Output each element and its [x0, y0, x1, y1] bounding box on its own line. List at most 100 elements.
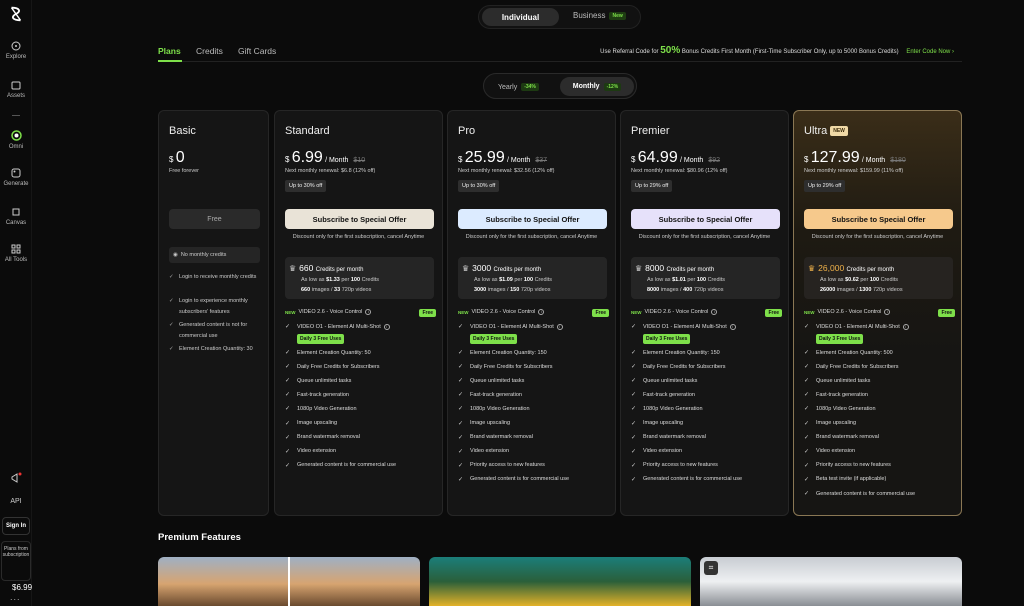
enter-code-link[interactable]: Enter Code Now › [906, 49, 954, 55]
free-button[interactable]: Free [169, 209, 260, 229]
feature-video-o1: ✓ VIDEO O1 - Element AI Multi-Shot i [804, 323, 909, 330]
sidebar-item-label: All Tools [4, 257, 28, 263]
info-icon[interactable]: i [383, 323, 390, 330]
discount-badge: Up to 30% off [458, 180, 500, 192]
price-amount: 127.99 [810, 149, 860, 166]
daily-free-badge: Daily 3 Free Uses [470, 334, 518, 344]
discount-note: Discount only for the first subscription… [292, 234, 425, 240]
sidebar-item-all-tools[interactable]: All Tools [0, 244, 32, 263]
monthly-option[interactable]: Monthly -12% [560, 77, 634, 96]
plan-name: Ultra NEW [804, 125, 848, 137]
feature-image-portrait[interactable]: ⌗ [700, 557, 962, 606]
credits-per-month-label: Credits per month [846, 267, 895, 273]
check-icon: ✓ [458, 406, 464, 413]
individual-tab[interactable]: Individual [482, 8, 559, 26]
feature-label: Priority access to new features [816, 462, 891, 469]
check-icon: ✓ [631, 392, 637, 399]
info-icon[interactable]: i [729, 323, 736, 330]
subscribe-button[interactable]: Subscribe to Special Offer [804, 209, 953, 229]
feature-item: ✓ Generated content is not for commercial… [169, 320, 260, 342]
feature-label: Daily Free Credits for Subscribers [470, 363, 553, 370]
plan-name-label: Ultra [804, 125, 828, 137]
feature-label: Generated content is for commercial use [297, 462, 397, 469]
feature-item: ✓ Daily Free Credits for Subscribers [631, 363, 726, 371]
credits-per-month-label: Credits per month [493, 267, 542, 273]
omni-icon [10, 130, 22, 141]
tab-gift-cards[interactable]: Gift Cards [238, 46, 276, 56]
business-tab[interactable]: Business New [573, 11, 626, 20]
scan-icon[interactable]: ⌗ [704, 561, 718, 575]
compare-divider[interactable] [288, 557, 290, 606]
check-icon: ✓ [804, 392, 810, 399]
logo-icon[interactable] [7, 5, 25, 23]
as-low-label: As low as [301, 277, 325, 283]
api-link[interactable]: API [0, 498, 32, 505]
more-icon[interactable]: ... [10, 592, 21, 602]
credits-label: Credits [361, 277, 379, 283]
info-icon[interactable]: i [902, 323, 909, 330]
feature-video26: NEW VIDEO 2.6 - Voice Control i [631, 309, 718, 315]
info-icon[interactable]: i [365, 309, 372, 315]
megaphone-icon[interactable] [10, 472, 22, 484]
tab-credits[interactable]: Credits [196, 46, 223, 56]
info-icon[interactable]: i [538, 309, 545, 315]
check-icon: ✓ [285, 406, 291, 413]
tab-plans[interactable]: Plans [158, 46, 181, 56]
check-icon: ✓ [458, 378, 464, 385]
feature-item: ✓ Video extension [631, 448, 682, 455]
check-icon: ✓ [631, 406, 637, 413]
info-icon[interactable]: i [884, 309, 891, 315]
sidebar-item-generate[interactable]: Generate [0, 168, 32, 187]
subscribe-button[interactable]: Subscribe to Special Offer [285, 209, 434, 229]
credits-box: ♛ 26,000 Credits per month As low as $0.6… [804, 257, 953, 299]
credits-line: ♛ 26,000 Credits per month [808, 263, 894, 273]
plan-promo[interactable]: Plans from $6.99 subscription [1, 541, 32, 592]
info-icon[interactable]: i [556, 323, 563, 330]
check-icon: ✓ [285, 378, 291, 385]
sidebar-item-explore[interactable]: Explore [0, 41, 32, 60]
sidebar-item-assets[interactable]: Assets [0, 80, 32, 99]
feature-label: Brand watermark removal [470, 434, 533, 441]
check-icon: ✓ [169, 322, 174, 328]
as-low-label: As low as [820, 277, 844, 283]
video-count: 150 [510, 287, 520, 293]
feature-label: Queue unlimited tasks [470, 377, 525, 384]
feature-label: 1080p Video Generation [816, 405, 876, 412]
feature-image-sunset[interactable] [158, 557, 420, 606]
folder-icon [11, 81, 21, 90]
info-icon[interactable]: i [711, 309, 718, 315]
subscribe-button[interactable]: Subscribe to Special Offer [631, 209, 780, 229]
subscribe-button[interactable]: Subscribe to Special Offer [458, 209, 607, 229]
sidebar-item-omni[interactable]: Omni [0, 130, 32, 150]
credits-label: Credits [534, 277, 552, 283]
price-amount: 0 [175, 149, 185, 166]
credits-rate: As low as $1.09 per 100 Credits [474, 277, 552, 283]
check-icon: ✓ [631, 364, 637, 371]
credits-line: ♛ 3000 Credits per month [462, 263, 541, 273]
check-icon: ✓ [631, 448, 637, 455]
feature-item: ✓ Daily Free Credits for Subscribers [285, 363, 380, 371]
feature-item: ✓ Beta test invite (if applicable) [804, 476, 886, 483]
feature-item: ✓ Element Creation Quantity: 30 [169, 344, 260, 355]
feature-image-parrot[interactable] [429, 557, 691, 606]
daily-free-badge: Daily 3 Free Uses [297, 334, 345, 344]
sidebar-item-canvas[interactable]: Canvas [0, 207, 32, 226]
rate-price: $1.33 [326, 277, 340, 283]
plan-name-label: Standard [285, 125, 330, 137]
yearly-option[interactable]: Yearly -34% [498, 83, 539, 91]
feature-item: ✓ Priority access to new features [631, 462, 718, 469]
feature-item: ✓ Queue unlimited tasks [285, 377, 351, 385]
crown-icon: ♛ [462, 264, 470, 273]
credits-rate: As low as $1.01 per 100 Credits [647, 277, 725, 283]
new-badge: New [609, 11, 626, 20]
feature-item: ✓ Daily Free Credits for Subscribers [458, 363, 553, 371]
plan-name-label: Premier [631, 125, 670, 137]
free-badge: Free [419, 309, 436, 317]
monthly-discount-badge: -12% [603, 82, 622, 91]
check-icon: ✓ [285, 350, 291, 356]
sign-in-button[interactable]: Sign In [2, 517, 30, 535]
feature-item: ✓ Brand watermark removal [631, 434, 706, 441]
currency: $ [804, 155, 809, 164]
check-icon: ✓ [458, 392, 464, 399]
credits-output: 26000 images / 1300 720p videos [820, 287, 903, 293]
